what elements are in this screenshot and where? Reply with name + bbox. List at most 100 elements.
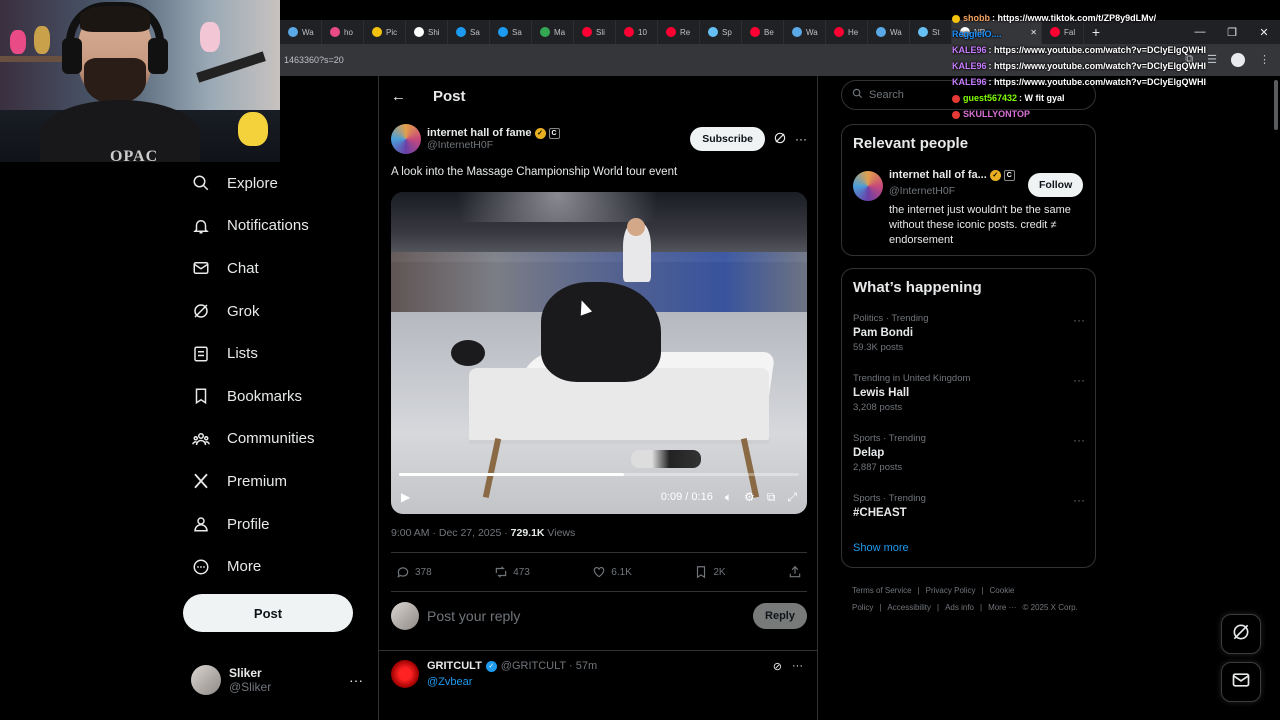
trend-more-icon[interactable]: ··· [1073,433,1085,447]
trend-category: Politics · Trending [853,313,929,324]
tab-label: 10 [638,27,647,37]
nav-item-bookmarks[interactable]: Bookmarks [183,375,373,418]
reply-author-handle[interactable]: @GRITCULT · 57m [501,660,597,672]
browser-tab[interactable]: St [910,20,952,44]
bookmark-stat[interactable]: 2K [693,564,726,580]
headphone-right [148,38,168,74]
nav-item-profile[interactable]: Profile [183,503,373,546]
trend-item[interactable]: Sports · Trending #CHEAST ··· [853,493,1085,543]
trend-category: Sports · Trending [853,433,926,444]
browser-tab[interactable]: Wa [868,20,910,44]
repost-stat[interactable]: 473 [493,564,530,580]
nav-item-explore[interactable]: Explore [183,162,373,205]
reply-button[interactable]: Reply [753,603,807,629]
relevant-handle[interactable]: @InternetH0F [889,185,955,197]
account-handle: @Sliker [229,680,272,694]
browser-tab[interactable]: Sa [490,20,532,44]
messages-button[interactable] [1221,662,1261,702]
relevant-name[interactable]: internet hall of fa... [889,169,987,181]
post-button[interactable]: Post [183,594,353,632]
pip-icon[interactable]: ⧉ [767,490,776,505]
nav-item-more[interactable]: More [183,545,373,588]
timestamp-text[interactable]: 9:00 AM · Dec 27, 2025 · [391,527,511,539]
nav-item-chat[interactable]: Chat [183,247,373,290]
browser-tab[interactable]: He [826,20,868,44]
browser-tab[interactable]: ho [322,20,364,44]
follow-button[interactable]: Follow [1028,173,1084,197]
chat-username: shobb [963,13,990,23]
browser-tab[interactable]: Be [742,20,784,44]
nav-item-lists[interactable]: Lists [183,332,373,375]
trend-more-icon[interactable]: ··· [1073,373,1085,387]
tab-favicon [624,27,634,37]
url-text[interactable]: 1463360?s=20 [284,55,344,65]
footer-link[interactable]: Ads info [945,603,974,612]
back-arrow-icon[interactable]: ← [391,88,411,105]
list-icon [191,344,211,364]
chat-username: KALE96 [952,45,987,55]
settings-icon[interactable]: ⚙︎ [744,490,755,504]
grok-icon[interactable] [773,131,787,148]
trend-more-icon[interactable]: ··· [1073,313,1085,327]
trend-more-icon[interactable]: ··· [1073,493,1085,507]
share-stat[interactable] [787,564,803,580]
engagement-bar: 378 473 6.1K 2K [391,552,807,592]
play-icon[interactable]: ▶ [401,490,410,504]
browser-tab[interactable]: Wa [784,20,826,44]
video-progress-bar[interactable] [399,473,799,476]
tab-favicon [708,27,718,37]
browser-tab[interactable]: Ma [532,20,574,44]
grok-icon [191,301,211,321]
account-switcher[interactable]: Sliker @Sliker ··· [183,660,373,700]
author-handle[interactable]: @InternetH0F [427,139,560,151]
volume-icon[interactable]: 🔈︎ [725,490,732,505]
grok-button[interactable] [1221,614,1261,654]
like-stat[interactable]: 6.1K [591,564,632,580]
reply-stat[interactable]: 378 [395,564,432,580]
nav-item-grok[interactable]: Grok [183,290,373,333]
nav-item-label: Communities [227,430,315,448]
reply-author-name[interactable]: GRITCULT [427,660,482,672]
browser-tab[interactable]: Wa [280,20,322,44]
chat-username: guest567432 [963,93,1018,103]
more-options-icon[interactable]: ··· [792,660,803,673]
author-avatar[interactable] [391,124,421,154]
video-player[interactable]: ▶ 0:09 / 0:16 🔈︎ ⚙︎ ⧉ ⤢ [391,192,807,514]
webcam-toy [34,26,50,54]
browser-tab[interactable]: 10 [616,20,658,44]
tab-label: Sa [512,27,522,37]
reply-post[interactable]: GRITCULT ✓ @GRITCULT · 57m @Zvbear ⊘ ··· [391,656,807,716]
footer-link[interactable]: © 2025 X Corp. [1023,603,1078,612]
divider [379,650,817,651]
browser-tab[interactable]: Shi [406,20,448,44]
browser-tab[interactable]: Sa [448,20,490,44]
browser-tab[interactable]: Sp [700,20,742,44]
trend-item[interactable]: Politics · Trending Pam Bondi 59.3K post… [853,313,1085,363]
browser-tab[interactable]: Pic [364,20,406,44]
footer-link[interactable]: Terms of Service [852,586,912,595]
grok-icon[interactable]: ⊘ [773,660,782,673]
relevant-avatar[interactable] [853,171,883,201]
affiliate-badge-icon: C [1003,169,1015,181]
nav-item-communities[interactable]: Communities [183,418,373,461]
tab-label: Sp [722,27,732,37]
trend-item[interactable]: Sports · Trending Delap 2,887 posts ··· [853,433,1085,483]
nav-item-label: Premium [227,472,288,490]
reply-mention[interactable]: @Zvbear [427,676,472,688]
reply-avatar[interactable] [391,660,419,688]
browser-tab[interactable]: Re [658,20,700,44]
account-more-icon[interactable]: ··· [349,672,363,688]
trend-item[interactable]: Trending in United Kingdom Lewis Hall 3,… [853,373,1085,423]
subscribe-button[interactable]: Subscribe [690,127,765,151]
author-name[interactable]: internet hall of fame [427,127,532,139]
footer-link[interactable]: Accessibility [887,603,931,612]
nav-item-premium[interactable]: Premium [183,460,373,503]
browser-tab[interactable]: Sli [574,20,616,44]
footer-link[interactable]: More ··· [988,603,1016,612]
reply-input[interactable]: Post your reply [427,608,520,624]
nav-item-notifications[interactable]: Notifications [183,205,373,248]
more-options-icon[interactable]: ··· [795,132,807,146]
fullscreen-icon[interactable]: ⤢ [787,490,797,505]
footer-link[interactable]: Privacy Policy [926,586,976,595]
show-more-link[interactable]: Show more [853,542,909,554]
